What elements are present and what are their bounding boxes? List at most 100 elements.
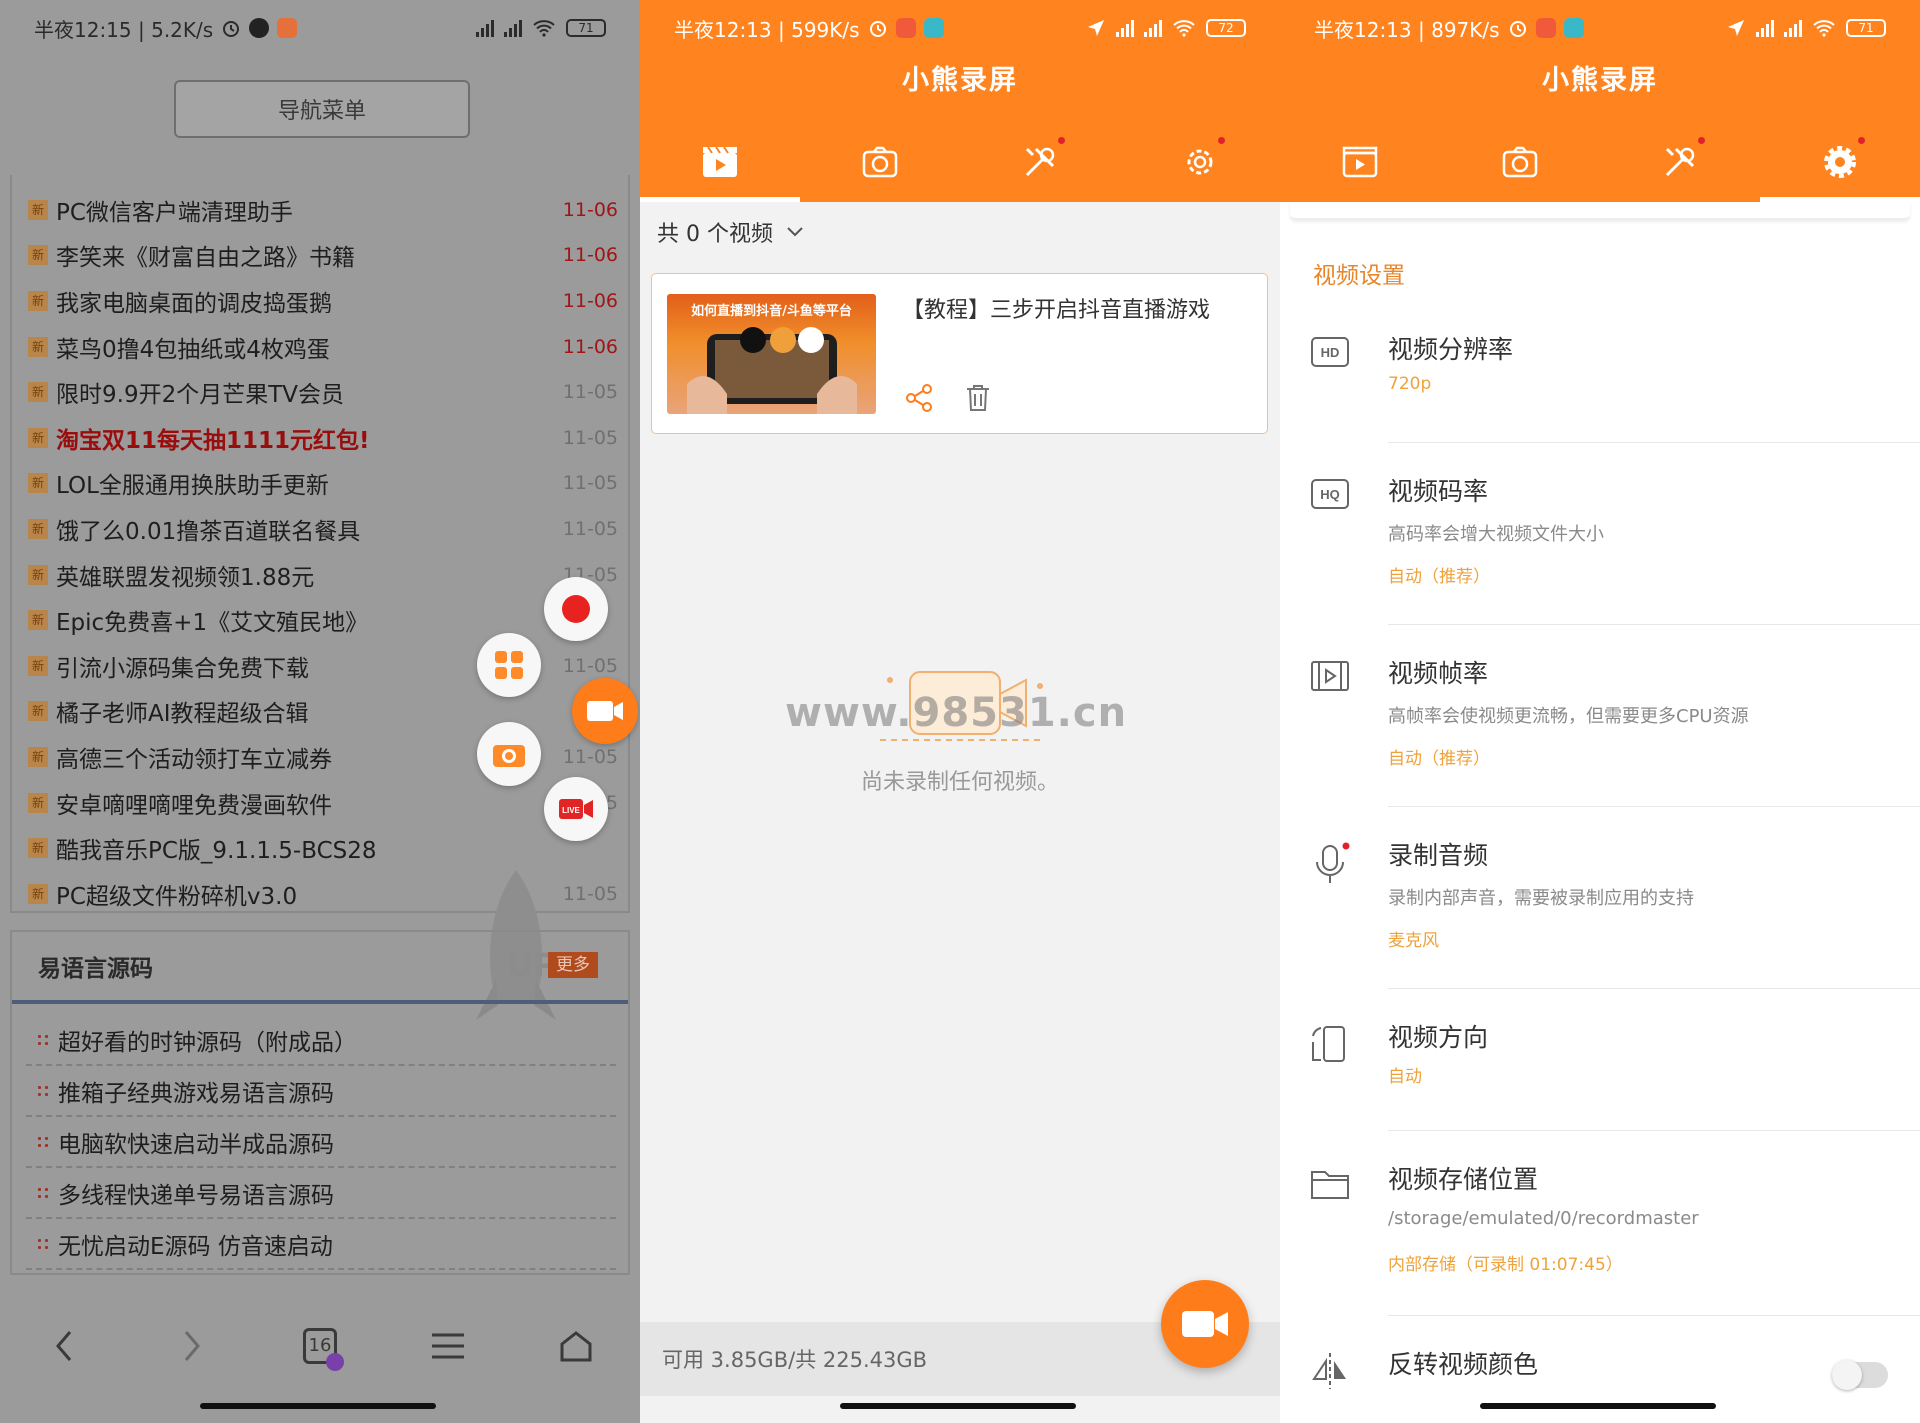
settings-notify-dot bbox=[1217, 136, 1226, 145]
delete-button[interactable] bbox=[965, 384, 991, 416]
code-item[interactable]: 电脑软快速启动半成品源码 bbox=[26, 1118, 616, 1168]
video-title: 【教程】三步开启抖音直播游戏 bbox=[902, 298, 1211, 323]
news-item[interactable]: 新淘宝双11每天抽1111元红包! 11-05 bbox=[28, 415, 618, 461]
setting-description: 高码率会增大视频文件大小 bbox=[1388, 524, 1604, 545]
microphone-icon bbox=[1310, 842, 1350, 883]
setting-value: 内部存储（可录制 01:07:45） bbox=[1388, 1255, 1623, 1275]
share-button[interactable] bbox=[905, 384, 933, 416]
toggle-knob bbox=[1832, 1360, 1862, 1390]
news-item[interactable]: 新限时9.9开2个月芒果TV会员 11-05 bbox=[28, 369, 618, 415]
main-tabs bbox=[1280, 122, 1920, 202]
setting-value: 麦克风 bbox=[1388, 931, 1439, 951]
setting-name: 视频存储位置 bbox=[1388, 1165, 1539, 1194]
tab-settings[interactable] bbox=[1120, 122, 1280, 202]
code-item-title: 无忧启动E源码 仿音速启动 bbox=[58, 1234, 333, 1260]
news-date: 11-06 bbox=[562, 289, 618, 312]
news-item[interactable]: 新 PC微信客户端清理助手 11-06 bbox=[28, 187, 618, 233]
alarm-icon bbox=[869, 21, 886, 37]
tab-videos[interactable] bbox=[640, 122, 800, 202]
news-item[interactable]: 新菜鸟0撸4包抽纸或4枚鸡蛋 11-06 bbox=[28, 324, 618, 370]
tools-notify-dot bbox=[1057, 136, 1066, 145]
divider bbox=[1388, 1315, 1920, 1316]
news-title: PC微信客户端清理助手 bbox=[56, 199, 293, 226]
tab-tools[interactable] bbox=[1600, 122, 1760, 202]
video-thumbnail[interactable]: 如何直播到抖音/斗鱼等平台 bbox=[667, 294, 876, 414]
tabs-button[interactable]: 16 bbox=[280, 1306, 360, 1386]
code-item[interactable]: 超好看的时钟源码（附成品） bbox=[26, 1016, 616, 1066]
live-label: LIVE bbox=[562, 806, 580, 815]
signal-hd-icon bbox=[1144, 19, 1162, 37]
home-button[interactable] bbox=[536, 1306, 616, 1386]
news-title: 饿了么0.01撸茶百道联名餐具 bbox=[56, 518, 361, 545]
code-section: 易语言源码 UP 更多 超好看的时钟源码（附成品） 推箱子经典游戏易语言源码 电脑软… bbox=[10, 930, 630, 1275]
floating-camera-button[interactable] bbox=[572, 678, 638, 744]
news-list: 新 PC微信客户端清理助手 11-06 新李笑来《财富自由之路》书籍 11-06 新我家电… bbox=[10, 175, 630, 913]
invert-color-toggle[interactable] bbox=[1832, 1360, 1888, 1390]
screenshot-button[interactable] bbox=[477, 722, 541, 786]
news-item[interactable]: 新英雄联盟发视频领1.88元 11-05 bbox=[28, 552, 618, 598]
video-clapper-icon bbox=[703, 146, 737, 177]
tab-screenshots[interactable] bbox=[1440, 122, 1600, 202]
app-notify-icon bbox=[895, 18, 916, 38]
tab-screenshots[interactable] bbox=[800, 122, 960, 202]
toolbox-button[interactable] bbox=[477, 633, 541, 697]
menu-button[interactable] bbox=[408, 1306, 488, 1386]
news-item[interactable]: 新 LOL全服通用换肤助手更新 11-05 bbox=[28, 461, 618, 507]
code-item[interactable]: 推箱子经典游戏易语言源码 bbox=[26, 1067, 616, 1117]
new-tag-icon: 新 bbox=[28, 382, 48, 403]
tab-videos[interactable] bbox=[1280, 122, 1440, 202]
home-icon bbox=[560, 1331, 592, 1362]
divider bbox=[1388, 1130, 1920, 1131]
news-title: 橘子老师AI教程超级合辑 bbox=[56, 701, 309, 728]
home-indicator[interactable] bbox=[1480, 1403, 1716, 1409]
home-indicator[interactable] bbox=[200, 1403, 436, 1409]
news-item[interactable]: 新安卓嘀哩嘀哩免费漫画软件 5 bbox=[28, 780, 618, 826]
more-link[interactable]: 更多 bbox=[548, 952, 598, 978]
status-bar: 半夜12:13 | 599K/s 72 bbox=[640, 0, 1280, 56]
bullet-icon bbox=[36, 1186, 50, 1200]
app-header: 半夜12:13 | 599K/s 72 小熊录屏 bbox=[640, 0, 1280, 202]
share-icon bbox=[906, 384, 932, 412]
news-item[interactable]: 新李笑来《财富自由之路》书籍 11-06 bbox=[28, 233, 618, 279]
status-bar: 半夜12:13 | 897K/s 71 bbox=[1280, 0, 1920, 56]
news-item[interactable]: 新橘子老师AI教程超级合辑11 bbox=[28, 689, 618, 735]
record-start-button[interactable] bbox=[544, 577, 608, 641]
forward-button[interactable] bbox=[152, 1306, 232, 1386]
telegram-icon bbox=[1563, 18, 1584, 38]
video-camera-icon bbox=[587, 701, 623, 721]
news-date: 11-06 bbox=[562, 244, 618, 267]
news-title: 李笑来《财富自由之路》书籍 bbox=[56, 245, 355, 272]
setting-description: /storage/emulated/0/recordmaster bbox=[1388, 1208, 1699, 1229]
news-item[interactable]: 新我家电脑桌面的调皮捣蛋鹅 11-06 bbox=[28, 278, 618, 324]
wifi-icon bbox=[533, 20, 555, 37]
news-date: 11-05 bbox=[562, 381, 618, 404]
news-item[interactable]: 新 Epic免费喜+1《艾文殖民地》 bbox=[28, 597, 618, 643]
tab-tools[interactable] bbox=[960, 122, 1120, 202]
video-count-filter[interactable]: 共 0 个视频 bbox=[640, 202, 1280, 262]
record-fab[interactable] bbox=[1161, 1280, 1249, 1368]
news-item[interactable]: 新酷我音乐PC版_9.1.1.5-BCS28 bbox=[28, 825, 618, 871]
tab-settings[interactable] bbox=[1760, 122, 1920, 202]
news-title: 菜鸟0撸4包抽纸或4枚鸡蛋 bbox=[56, 336, 330, 363]
settings-panel: 半夜12:13 | 897K/s 71 小熊录屏 视频设置 HD 视频分辨率 7… bbox=[1280, 0, 1920, 1423]
new-tag-icon: 新 bbox=[28, 883, 48, 904]
new-tag-icon: 新 bbox=[28, 473, 48, 494]
code-item[interactable]: 多线程快递单号易语言源码 bbox=[26, 1169, 616, 1219]
nav-menu-button[interactable]: 导航菜单 bbox=[174, 80, 470, 138]
news-item[interactable]: 新饿了么0.01撸茶百道联名餐具 11-05 bbox=[28, 506, 618, 552]
gear-icon bbox=[1187, 149, 1213, 175]
app-title: 小熊录屏 bbox=[1542, 65, 1658, 96]
battery-icon: 71 bbox=[566, 19, 606, 37]
home-indicator[interactable] bbox=[840, 1403, 1076, 1409]
main-tabs bbox=[640, 122, 1280, 202]
live-button[interactable]: LIVE bbox=[544, 777, 608, 841]
bullet-icon bbox=[36, 1084, 50, 1098]
back-button[interactable] bbox=[24, 1306, 104, 1386]
setting-name: 视频码率 bbox=[1388, 477, 1489, 506]
code-item[interactable]: 无忧启动E源码 仿音速启动 bbox=[26, 1220, 616, 1270]
settings-card-top bbox=[1290, 202, 1910, 220]
news-date: 11-06 bbox=[562, 335, 618, 358]
video-card[interactable]: 如何直播到抖音/斗鱼等平台 【教程】三步开启抖音直播游戏 bbox=[651, 273, 1268, 434]
divider bbox=[1388, 806, 1920, 807]
news-date: 11-05 bbox=[562, 745, 618, 768]
